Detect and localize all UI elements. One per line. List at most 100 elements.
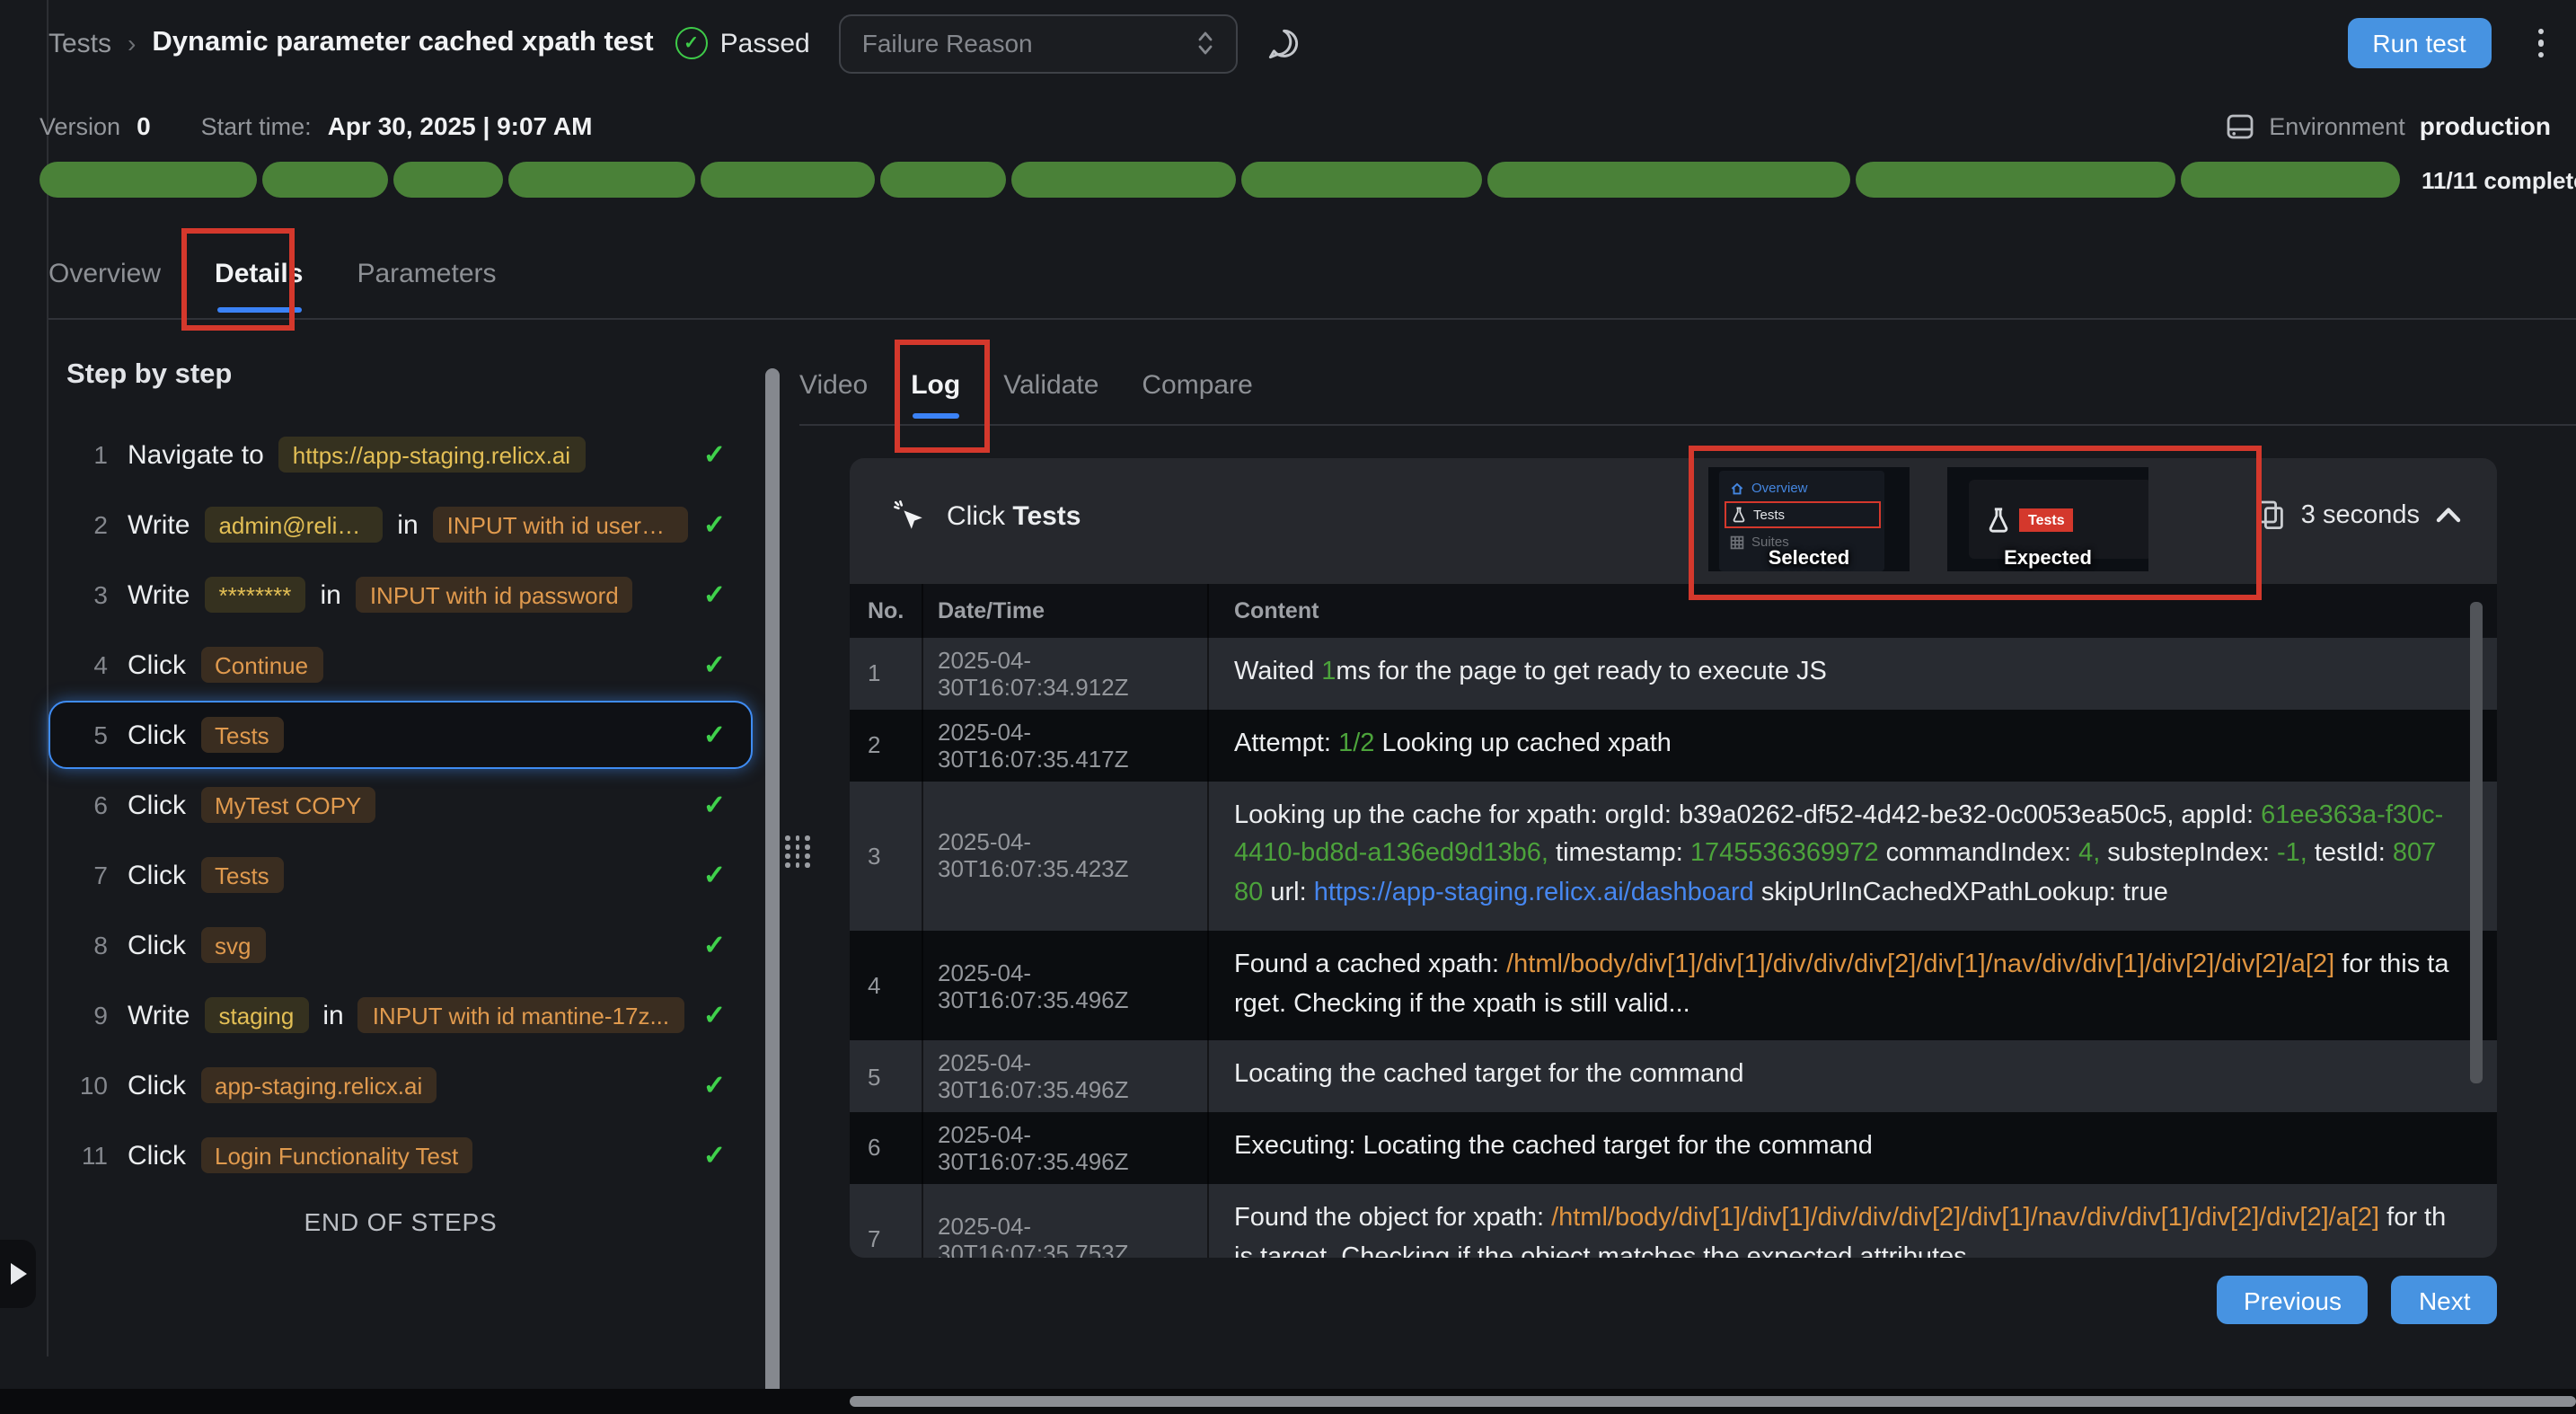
progress-segment[interactable] xyxy=(2181,162,2400,198)
selected-thumbnail[interactable]: Overview Tests Suites Selected xyxy=(1708,467,1910,571)
tab-compare[interactable]: Compare xyxy=(1142,345,1252,424)
log-table-body: 12025-04-30T16:07:34.912ZWaited 1ms for … xyxy=(850,638,2497,1258)
log-link[interactable]: https://app-staging.relicx.ai/dashboard xyxy=(1314,879,1754,907)
step-row[interactable]: 6ClickMyTest COPY✓ xyxy=(49,771,753,839)
step-row[interactable]: 4ClickContinue✓ xyxy=(49,631,753,699)
home-icon xyxy=(1730,481,1744,495)
progress-segment[interactable] xyxy=(1011,162,1236,198)
progress-segment[interactable] xyxy=(880,162,1006,198)
start-time-value: Apr 30, 2025 | 9:07 AM xyxy=(328,111,593,140)
step-connector: in xyxy=(320,579,340,610)
check-icon: ✓ xyxy=(689,438,726,471)
collapse-chevron-icon[interactable] xyxy=(2436,507,2461,523)
tab-video[interactable]: Video xyxy=(799,345,868,424)
progress-segment[interactable] xyxy=(1856,162,2175,198)
step-row[interactable]: 1Navigate tohttps://app-staging.relicx.a… xyxy=(49,420,753,489)
step-number: 2 xyxy=(68,510,108,539)
tab-details[interactable]: Details xyxy=(215,230,303,318)
check-icon: ✓ xyxy=(689,508,726,541)
bottom-scroll-area xyxy=(0,1389,2576,1414)
step-value-chip: https://app-staging.relicx.ai xyxy=(278,437,585,473)
start-time-label: Start time: xyxy=(201,112,312,139)
step-action: Click xyxy=(128,860,186,890)
step-target-chip: app-staging.relicx.ai xyxy=(200,1067,437,1103)
progress-segment[interactable] xyxy=(1487,162,1850,198)
top-bar: Tests › Dynamic parameter cached xpath t… xyxy=(49,0,2551,86)
log-row-content: Waited 1ms for the page to get ready to … xyxy=(1209,638,2497,710)
flask-icon xyxy=(1987,506,2010,533)
step-number: 10 xyxy=(68,1071,108,1100)
selected-caption: Selected xyxy=(1708,548,1910,570)
progress-segment[interactable] xyxy=(40,162,257,198)
step-number: 5 xyxy=(68,720,108,749)
log-card-header[interactable]: Click Tests Overview Tests xyxy=(850,458,2497,586)
progress-segment[interactable] xyxy=(508,162,695,198)
tab-overview[interactable]: Overview xyxy=(49,230,161,318)
tab-log[interactable]: Log xyxy=(911,345,960,424)
step-row[interactable]: 5ClickTests✓ xyxy=(49,701,753,769)
step-target-chip: MyTest COPY xyxy=(200,787,375,823)
step-number: 3 xyxy=(68,580,108,609)
breadcrumb[interactable]: Tests xyxy=(49,28,111,58)
log-row-content: Found the object for xpath: /html/body/d… xyxy=(1209,1184,2497,1259)
step-row[interactable]: 9WritestaginginINPUT with id mantine-17z… xyxy=(49,981,753,1049)
panel-resize-handle-icon[interactable] xyxy=(785,835,810,868)
steps-scrollbar[interactable] xyxy=(765,368,780,1407)
check-icon: ✓ xyxy=(689,579,726,611)
next-button[interactable]: Next xyxy=(2392,1276,2498,1324)
log-scrollbar[interactable] xyxy=(2470,602,2483,1083)
step-target-chip: svg xyxy=(200,927,265,963)
check-icon: ✓ xyxy=(689,999,726,1031)
more-options-icon[interactable] xyxy=(2531,22,2551,64)
expected-thumbnail[interactable]: Tests Expected xyxy=(1947,467,2148,571)
step-value-chip: admin@relicx.ai xyxy=(204,507,383,543)
progress-track xyxy=(40,162,2400,198)
log-row: 32025-04-30T16:07:35.423ZLooking up the … xyxy=(850,781,2497,931)
failure-reason-select[interactable]: Failure Reason xyxy=(839,13,1238,73)
environment-group: Environment production xyxy=(2226,111,2551,140)
tab-parameters[interactable]: Parameters xyxy=(357,230,496,318)
step-row[interactable]: 2Writeadmin@relicx.aiinINPUT with id use… xyxy=(49,490,753,559)
check-icon: ✓ xyxy=(689,1139,726,1171)
comment-icon[interactable] xyxy=(1266,26,1301,60)
step-number: 8 xyxy=(68,931,108,959)
check-icon: ✓ xyxy=(689,859,726,891)
duration-label: 3 seconds xyxy=(2301,500,2420,529)
step-row[interactable]: 11ClickLogin Functionality Test✓ xyxy=(49,1121,753,1189)
comparison-thumbnails: Overview Tests Suites Selected xyxy=(1708,467,2148,571)
step-action: Click xyxy=(128,1070,186,1100)
step-action: Navigate to xyxy=(128,439,264,470)
progress-segment[interactable] xyxy=(1241,162,1482,198)
select-chevrons-icon xyxy=(1196,29,1214,57)
panel-expander-button[interactable] xyxy=(0,1240,36,1308)
tab-validate[interactable]: Validate xyxy=(1003,345,1098,424)
log-row: 22025-04-30T16:07:35.417ZAttempt: 1/2 Lo… xyxy=(850,710,2497,782)
copy-icon[interactable] xyxy=(2256,499,2285,530)
run-meta-row: Version 0 Start time: Apr 30, 2025 | 9:0… xyxy=(40,111,2551,140)
step-target-chip: INPUT with id mantine-17z... xyxy=(358,997,684,1033)
log-highlight: 4, xyxy=(2078,840,2100,869)
page-title: Dynamic parameter cached xpath test xyxy=(152,27,653,59)
step-connector: in xyxy=(322,1000,343,1030)
step-action: Click xyxy=(128,720,186,750)
step-row[interactable]: 8Clicksvg✓ xyxy=(49,911,753,979)
log-table-header: No. Date/Time Content xyxy=(850,584,2497,638)
step-by-step-panel: Step by step 1Navigate tohttps://app-sta… xyxy=(49,345,753,1236)
detail-tab-bar: Video Log Validate Compare xyxy=(799,345,2576,426)
log-row-number: 4 xyxy=(850,931,923,1041)
log-row-content: Looking up the cache for xpath: orgId: b… xyxy=(1209,781,2497,931)
progress-segment[interactable] xyxy=(393,162,503,198)
log-row-timestamp: 2025-04-30T16:07:35.496Z xyxy=(923,1041,1209,1113)
progress-segment[interactable] xyxy=(701,162,875,198)
step-row[interactable]: 7ClickTests✓ xyxy=(49,841,753,909)
step-action: Write xyxy=(128,509,190,540)
step-row[interactable]: 10Clickapp-staging.relicx.ai✓ xyxy=(49,1051,753,1119)
step-row[interactable]: 3Write********inINPUT with id password✓ xyxy=(49,561,753,629)
previous-button[interactable]: Previous xyxy=(2217,1276,2369,1324)
column-header-datetime: Date/Time xyxy=(923,584,1209,638)
progress-segment[interactable] xyxy=(262,162,388,198)
horizontal-scrollbar[interactable] xyxy=(850,1396,2576,1407)
expected-highlight: Tests xyxy=(2019,508,2074,531)
flask-icon xyxy=(1732,507,1746,523)
run-test-button[interactable]: Run test xyxy=(2347,18,2491,68)
